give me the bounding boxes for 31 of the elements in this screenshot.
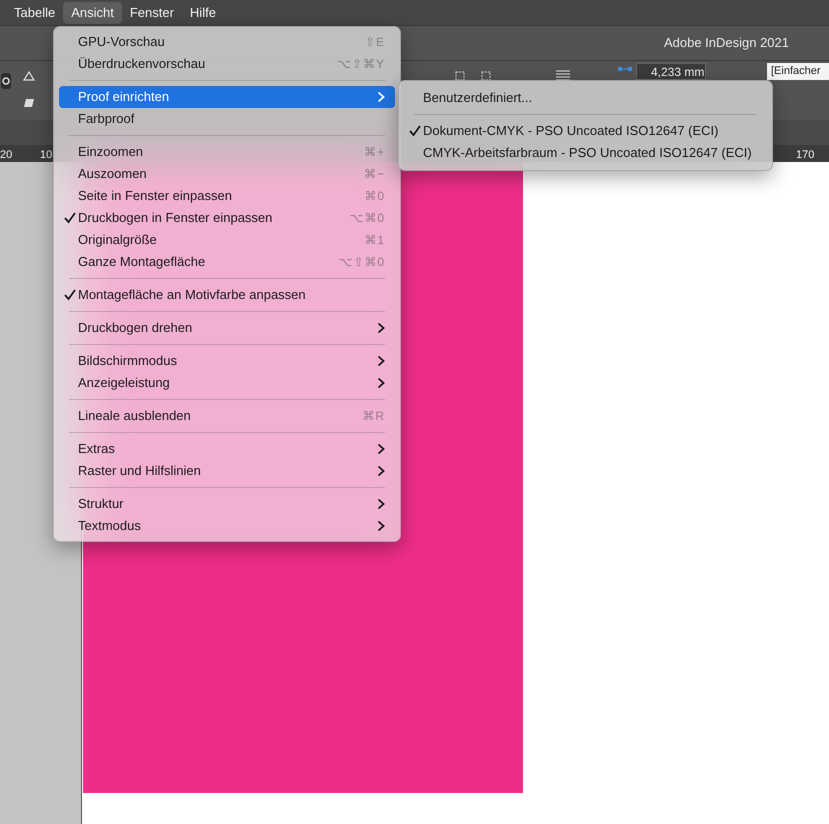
menu-item[interactable]: Benutzerdefiniert... — [404, 87, 767, 109]
menu-item[interactable]: Lineale ausblenden ⌘R — [59, 405, 395, 427]
ruler-label: 170 — [796, 148, 814, 163]
menu-item[interactable]: Originalgröße ⌘1 — [59, 229, 395, 251]
menu-item[interactable]: Druckbogen drehen — [59, 317, 395, 339]
stroke-field[interactable]: 4,233 mm — [636, 63, 706, 80]
menu-item[interactable]: Extras — [59, 438, 395, 460]
menu-title[interactable]: Fenster — [122, 2, 182, 24]
menu-item[interactable]: Einzoomen ⌘+ — [59, 141, 395, 163]
menu-item[interactable]: Druckbogen in Fenster einpassen ⌥⌘0 — [59, 207, 395, 229]
menu-title[interactable]: Tabelle — [6, 2, 64, 24]
window-title: Adobe InDesign 2021 — [664, 34, 789, 52]
menu-item[interactable]: CMYK-Arbeitsfarbraum - PSO Uncoated ISO12647 (ECI) — [404, 142, 767, 164]
menu-item[interactable]: Anzeigeleistung — [59, 372, 395, 394]
menu-item[interactable]: Überdruckenvorschau ⌥⇧⌘Y — [59, 53, 395, 75]
menu-title[interactable]: Hilfe — [182, 2, 224, 24]
menu-item[interactable]: Struktur — [59, 493, 395, 515]
menu-item[interactable]: Seite in Fenster einpassen ⌘0 — [59, 185, 395, 207]
menu-item[interactable]: Farbproof — [59, 108, 395, 130]
ruler-label: 20 — [0, 148, 12, 163]
menu-item[interactable]: Proof einrichten — [59, 86, 395, 108]
menu-item[interactable]: Montagefläche an Motivfarbe anpassen — [59, 284, 395, 306]
menu-item[interactable]: GPU-Vorschau ⇧E — [59, 31, 395, 53]
menu-title[interactable]: Ansicht — [63, 2, 122, 24]
menu-item[interactable]: Raster und Hilfslinien — [59, 460, 395, 482]
menu-item[interactable]: Textmodus — [59, 515, 395, 537]
menu-item[interactable]: Ganze Montagefläche ⌥⇧⌘0 — [59, 251, 395, 273]
menu-item[interactable]: Bildschirmmodus — [59, 350, 395, 372]
style-field[interactable]: [Einfacher — [767, 63, 829, 80]
menu-item[interactable]: Auszoomen ⌘− — [59, 163, 395, 185]
ruler-label: 10 — [40, 148, 52, 163]
